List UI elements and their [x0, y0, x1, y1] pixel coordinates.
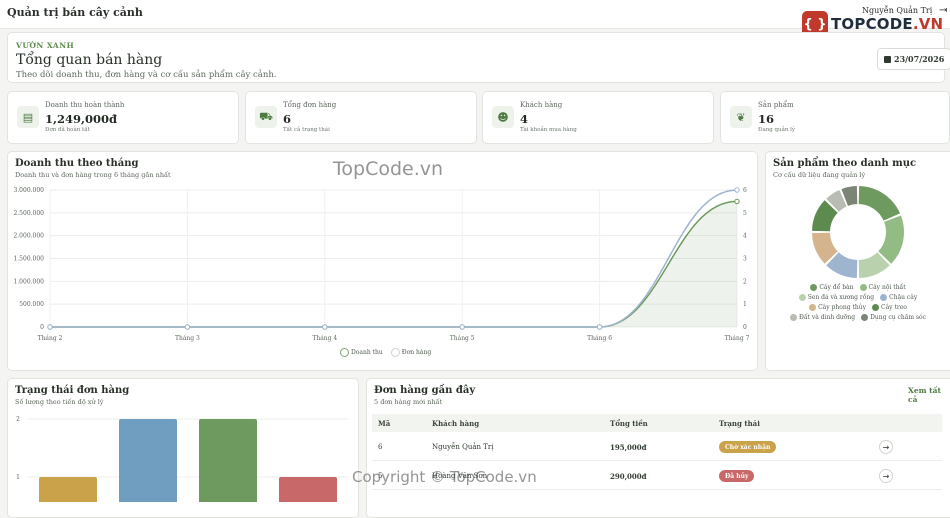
view-all-link[interactable]: Xem tất cả — [908, 386, 950, 404]
legend-swatch — [880, 294, 888, 301]
legend-label: Chậu cây — [889, 294, 918, 301]
legend-swatch — [859, 284, 867, 291]
legend-label: Cây phong thủy — [818, 304, 866, 311]
row-divider — [372, 460, 942, 461]
stat-sub: Đơn đã hoàn tất — [45, 127, 90, 133]
category-chart-title: Sản phẩm theo danh mục — [773, 158, 917, 169]
users-icon: ☻ — [492, 106, 514, 128]
stat-card-revenue: ▤ Doanh thu hoàn thành 1,249,000đ Đơn đã… — [7, 91, 239, 144]
column-header-id: Mã — [378, 419, 391, 428]
status-chart-title: Trạng thái đơn hàng — [15, 385, 130, 396]
legend-swatch — [809, 304, 817, 311]
legend-item[interactable]: Cây nội thất — [859, 284, 906, 291]
legend-swatch — [789, 314, 797, 321]
stat-label: Sản phẩm — [758, 101, 794, 109]
calendar-icon — [884, 55, 891, 63]
date-picker-button[interactable]: 23/07/2026 — [877, 48, 950, 70]
legend-item[interactable]: Dụng cụ chăm sóc — [861, 314, 926, 321]
revenue-chart-card — [7, 151, 758, 371]
page-description: Theo dõi doanh thu, đơn hàng và cơ cấu s… — [16, 70, 277, 80]
legend-item[interactable]: Cây phong thủy — [809, 304, 866, 311]
donut-legend: Cây để bàn Cây nội thất Sen đá và xương rồ… — [772, 284, 944, 321]
status-chart-subtitle: Số lượng theo tiến độ xử lý — [15, 398, 104, 406]
order-total: 195,000đ — [610, 443, 647, 452]
line-chart-legend: Doanh thu Đơn hàng — [340, 348, 431, 357]
column-header-total: Tổng tiền — [610, 419, 648, 428]
legend-label: Cây để bàn — [819, 284, 854, 291]
stat-sub: Tài khoản mua hàng — [520, 127, 577, 133]
order-id: 6 — [378, 443, 383, 451]
brand-eyebrow: VƯỜN XANH — [16, 41, 75, 50]
order-total: 290,000đ — [610, 472, 647, 481]
legend-swatch — [810, 284, 818, 291]
row-divider — [372, 489, 942, 490]
order-status-badge: Chờ xác nhận — [719, 441, 777, 453]
category-chart-subtitle: Cơ cấu dữ liệu đang quản lý — [773, 171, 866, 179]
column-header-customer: Khách hàng — [432, 419, 480, 428]
stat-sub: Tất cả trạng thái — [283, 127, 330, 133]
legend-swatch — [798, 294, 806, 301]
stat-card-customers: ☻ Khách hàng 4 Tài khoản mua hàng — [482, 91, 714, 144]
legend-item[interactable]: Chậu cây — [880, 294, 917, 301]
order-detail-button[interactable]: → — [879, 440, 893, 454]
legend-label: Cây treo — [881, 304, 907, 311]
stat-value: 6 — [283, 112, 292, 126]
recent-orders-title: Đơn hàng gần đây — [374, 385, 476, 396]
stat-sub: Đang quản lý — [758, 127, 796, 133]
stat-value: 16 — [758, 112, 775, 126]
column-header-status: Trạng thái — [719, 419, 760, 428]
legend-label: Cây nội thất — [868, 284, 906, 291]
legend-item-orders[interactable]: Đơn hàng — [390, 348, 431, 357]
stat-label: Khách hàng — [520, 101, 563, 109]
category-chart-card — [765, 151, 950, 371]
recent-orders-subtitle: 5 đơn hàng mới nhất — [374, 398, 443, 406]
legend-item[interactable]: Sen đá và xương rồng — [798, 294, 875, 301]
legend-item[interactable]: Đất và dinh dưỡng — [789, 314, 856, 321]
date-value: 23/07/2026 — [894, 54, 945, 64]
order-status-badge: Đã hủy — [719, 470, 755, 482]
revenue-chart-title: Doanh thu theo tháng — [15, 158, 139, 169]
app-title: Quản trị bán cây cảnh — [7, 6, 143, 19]
money-icon: ▤ — [17, 106, 39, 128]
leaf-icon: ❦ — [730, 106, 752, 128]
stat-card-products: ❦ Sản phẩm 16 Đang quản lý — [720, 91, 950, 144]
legend-label: Sen đá và xương rồng — [807, 294, 875, 301]
stat-card-orders: ⛟ Tổng đơn hàng 6 Tất cả trạng thái — [245, 91, 477, 144]
legend-swatch — [340, 348, 349, 357]
legend-item-revenue[interactable]: Doanh thu — [340, 348, 383, 357]
stat-value: 4 — [520, 112, 529, 126]
legend-label: Đất và dinh dưỡng — [798, 314, 856, 321]
watermark-copyright: Copyright © TopCode.vn — [352, 468, 537, 486]
legend-item[interactable]: Cây để bàn — [810, 284, 854, 291]
legend-swatch — [861, 314, 869, 321]
cart-icon: ⛟ — [255, 106, 277, 128]
revenue-chart-subtitle: Doanh thu và đơn hàng trong 6 tháng gần … — [15, 171, 171, 179]
topcode-logo-text: TOPCODE.VN — [831, 15, 944, 33]
legend-swatch — [872, 304, 879, 311]
watermark-text: TopCode.vn — [333, 158, 444, 180]
page-title: Tổng quan bán hàng — [16, 52, 163, 68]
order-customer: Nguyễn Quản Trị — [432, 443, 494, 451]
order-detail-button[interactable]: → — [879, 469, 893, 483]
stat-value: 1,249,000đ — [45, 112, 118, 126]
overview-header: VƯỜN XANH Tổng quan bán hàng Theo dõi do… — [7, 32, 950, 83]
legend-label: Dụng cụ chăm sóc — [870, 314, 926, 321]
legend-swatch — [390, 348, 400, 357]
legend-item[interactable]: Cây treo — [872, 304, 907, 311]
stat-label: Doanh thu hoàn thành — [45, 101, 125, 109]
stat-label: Tổng đơn hàng — [283, 101, 337, 109]
